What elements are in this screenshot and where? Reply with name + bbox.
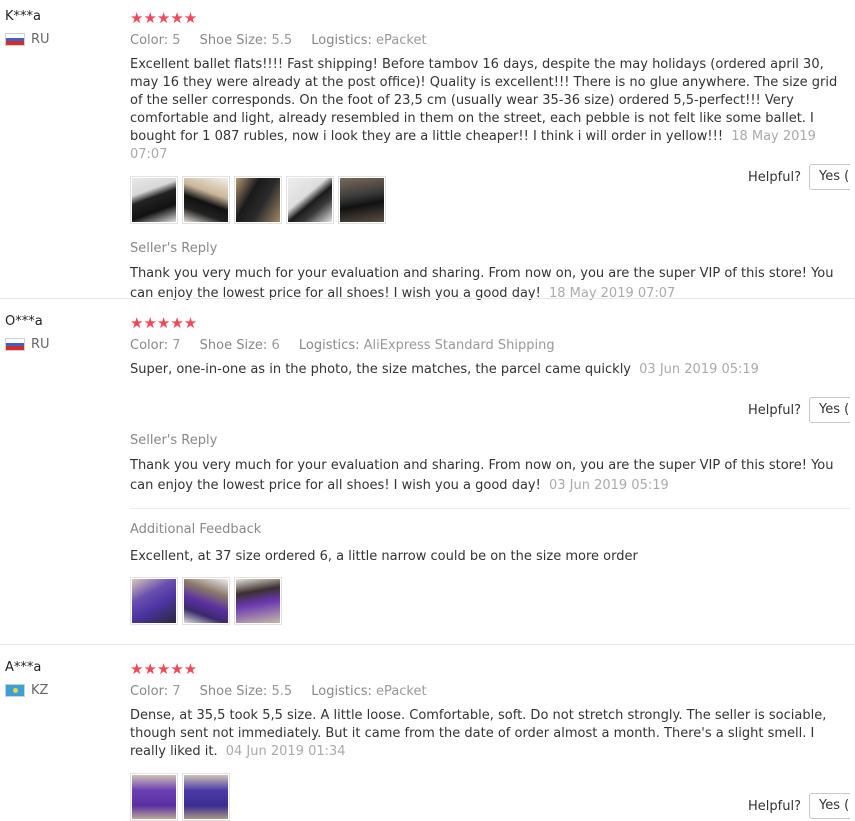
logistics-label: Logistics:: [298, 338, 360, 353]
size-label: Shoe Size:: [199, 33, 268, 48]
color-value: 7: [172, 338, 181, 353]
review-text: Super, one-in-one as in the photo, the s…: [130, 361, 850, 379]
additional-feedback-title: Additional Feedback: [130, 522, 262, 537]
review-photo[interactable]: [286, 176, 334, 224]
helpful-label: Helpful?: [748, 402, 801, 418]
size-value: 5.5: [271, 684, 293, 699]
color-label: Color:: [130, 684, 169, 699]
review-photo[interactable]: [182, 577, 230, 625]
reviewer-info: O***a RU: [5, 313, 115, 352]
reviewer-info: K***a RU: [5, 8, 115, 47]
size-value: 5.5: [271, 33, 293, 48]
reviewer-name: O***a: [5, 314, 43, 329]
helpful-label: Helpful?: [748, 798, 801, 814]
color-label: Color:: [130, 33, 169, 48]
review-date: 04 Jun 2019 01:34: [225, 744, 346, 759]
logistics-label: Logistics:: [311, 33, 372, 48]
russia-flag-icon: [5, 33, 25, 46]
review-text: Excellent ballet flats!!!! Fast shipping…: [130, 56, 850, 164]
russia-flag-icon: [5, 338, 25, 351]
size-label: Shoe Size:: [199, 338, 268, 353]
seller-reply-title: Seller's Reply: [130, 433, 218, 448]
reviewer-country: RU: [5, 337, 115, 352]
color-label: Color:: [130, 338, 169, 353]
review-item: K***a RU ★★★★★ Color: 5 Shoe Size: 5.5 L…: [0, 0, 855, 301]
logistics-value: ePacket: [376, 33, 427, 48]
reviewer-info: A***a KZ: [5, 659, 115, 698]
review-item: A***a KZ ★★★★★ Color: 7 Shoe Size: 5.5 L…: [0, 645, 855, 821]
logistics-value: AliExpress Standard Shipping: [363, 338, 555, 353]
country-code: RU: [31, 337, 50, 352]
reviewer-country: RU: [5, 32, 115, 47]
size-value: 6: [271, 338, 280, 353]
helpful-yes-button[interactable]: Yes (2: [809, 164, 850, 190]
review-photo[interactable]: [130, 773, 178, 821]
additional-photos: [130, 577, 850, 625]
color-value: 7: [172, 684, 181, 699]
helpful-yes-button[interactable]: Yes (0: [809, 793, 850, 819]
review-date: 03 Jun 2019 05:19: [639, 362, 759, 377]
review-content: ★★★★★ Color: 7 Shoe Size: 6 Logistics: A…: [130, 315, 850, 625]
helpful-yes-button[interactable]: Yes (0: [809, 397, 850, 423]
helpful-vote: Helpful? Yes (0: [748, 793, 850, 819]
order-attributes: Color: 7 Shoe Size: 6 Logistics: AliExpr…: [130, 336, 850, 356]
size-label: Shoe Size:: [199, 684, 268, 699]
logistics-label: Logistics:: [311, 684, 372, 699]
country-code: RU: [31, 32, 50, 47]
review-body: Super, one-in-one as in the photo, the s…: [130, 362, 632, 377]
reviewer-name: K***a: [5, 9, 41, 24]
rating-stars: ★★★★★: [130, 9, 198, 27]
rating-stars: ★★★★★: [130, 660, 198, 678]
review-photo[interactable]: [234, 577, 282, 625]
rating-stars: ★★★★★: [130, 314, 198, 332]
section-divider: [130, 508, 850, 509]
review-photos: [130, 176, 850, 224]
logistics-value: ePacket: [376, 684, 427, 699]
review-photos: [130, 773, 850, 821]
seller-reply: Seller's Reply Thank you very much for y…: [130, 432, 850, 496]
reviewer-country: KZ: [5, 683, 115, 698]
review-photo[interactable]: [234, 176, 282, 224]
reviewer-name: A***a: [5, 660, 42, 675]
review-content: ★★★★★ Color: 7 Shoe Size: 5.5 Logistics:…: [130, 661, 850, 821]
seller-reply-text: Thank you very much for your evaluation …: [130, 456, 850, 496]
country-code: KZ: [31, 683, 49, 698]
helpful-label: Helpful?: [748, 169, 801, 185]
review-photo[interactable]: [130, 577, 178, 625]
order-attributes: Color: 5 Shoe Size: 5.5 Logistics: ePack…: [130, 31, 850, 51]
review-item: O***a RU ★★★★★ Color: 7 Shoe Size: 6 Log…: [0, 299, 855, 644]
helpful-vote: Helpful? Yes (0: [748, 397, 850, 423]
review-content: ★★★★★ Color: 5 Shoe Size: 5.5 Logistics:…: [130, 10, 850, 304]
order-attributes: Color: 7 Shoe Size: 5.5 Logistics: ePack…: [130, 682, 850, 702]
review-photo[interactable]: [338, 176, 386, 224]
review-photo[interactable]: [130, 176, 178, 224]
additional-feedback-text: Excellent, at 37 size ordered 6, a littl…: [130, 549, 638, 564]
seller-reply: Seller's Reply Thank you very much for y…: [130, 240, 850, 304]
seller-reply-title: Seller's Reply: [130, 241, 218, 256]
seller-reply-body: Thank you very much for your evaluation …: [130, 266, 834, 301]
review-photo[interactable]: [182, 773, 230, 821]
review-photo[interactable]: [182, 176, 230, 224]
helpful-vote: Helpful? Yes (2: [748, 164, 850, 190]
seller-reply-date: 03 Jun 2019 05:19: [548, 478, 669, 493]
kazakhstan-flag-icon: [5, 684, 25, 697]
seller-reply-body: Thank you very much for your evaluation …: [130, 458, 834, 493]
review-text: Dense, at 35,5 took 5,5 size. A little l…: [130, 707, 850, 761]
color-value: 5: [172, 33, 181, 48]
additional-feedback: Additional Feedback Excellent, at 37 siz…: [130, 521, 850, 625]
